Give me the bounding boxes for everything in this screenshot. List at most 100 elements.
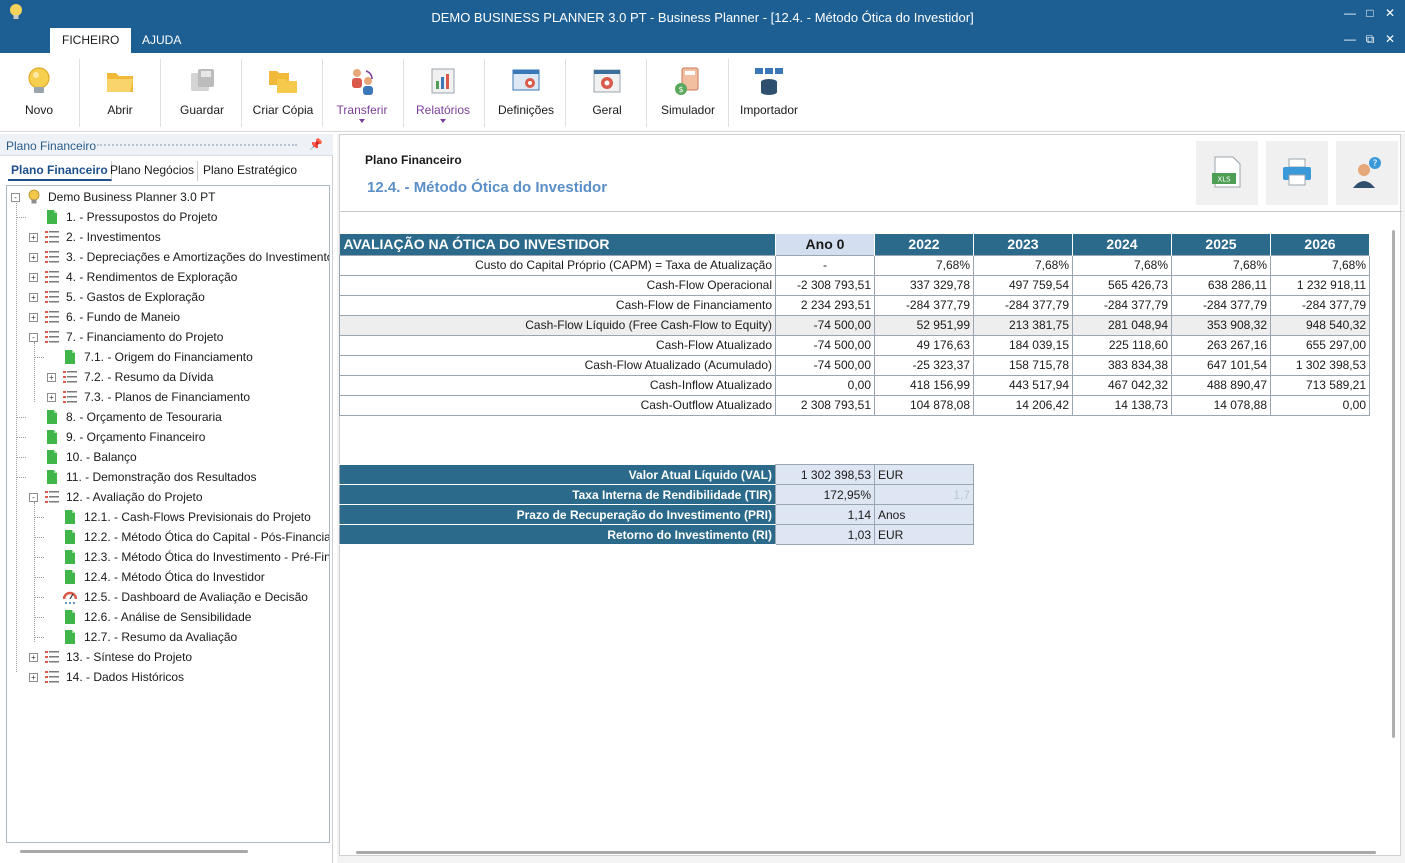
tree-item[interactable]: - Demo Business Planner 3.0 PT [7, 188, 329, 206]
table-cell[interactable]: 263 267,16 [1171, 334, 1271, 356]
table-cell[interactable]: -74 500,00 [775, 334, 875, 356]
expand-icon[interactable]: + [29, 273, 38, 282]
table-cell[interactable]: -284 377,79 [874, 294, 974, 316]
tree-item[interactable]: +2. - Investimentos [7, 228, 329, 246]
table-cell[interactable]: 158 715,78 [973, 354, 1073, 376]
tree-horizontal-scrollbar[interactable] [20, 850, 248, 853]
tree-item[interactable]: - 12. - Avaliação do Projeto [7, 488, 329, 506]
horizontal-scrollbar[interactable] [356, 851, 1376, 854]
table-cell[interactable]: 7,68% [1072, 254, 1172, 276]
tab-plano-negocios[interactable]: Plano Negócios [107, 161, 199, 181]
table-cell[interactable]: 383 834,38 [1072, 354, 1172, 376]
tree-item[interactable]: 12.2. - Método Ótica do Capital - Pós-Fi… [7, 528, 329, 546]
table-cell[interactable]: 2 234 293,51 [775, 294, 875, 316]
collapse-icon[interactable]: - [29, 493, 38, 502]
table-cell[interactable]: -74 500,00 [775, 354, 875, 376]
table-cell[interactable]: -25 323,37 [874, 354, 974, 376]
mdi-restore-icon[interactable]: ⧉ [1363, 32, 1377, 46]
guardar-button[interactable]: Guardar [176, 59, 228, 129]
table-cell[interactable]: 104 878,08 [874, 394, 974, 416]
tree-item[interactable]: 12.4. - Método Ótica do Investidor [7, 568, 329, 586]
collapse-icon[interactable]: - [11, 193, 20, 202]
tab-plano-estrategico[interactable]: Plano Estratégico [200, 161, 300, 181]
table-cell[interactable]: -284 377,79 [1171, 294, 1271, 316]
export-excel-button[interactable]: XLS [1196, 141, 1258, 205]
expand-icon[interactable]: + [29, 233, 38, 242]
tree-item[interactable]: +3. - Depreciações e Amortizações do Inv… [7, 248, 329, 266]
novo-button[interactable]: Novo [14, 59, 64, 129]
table-cell[interactable]: -74 500,00 [775, 314, 875, 336]
table-cell[interactable]: 281 048,94 [1072, 314, 1172, 336]
table-cell[interactable]: 52 951,99 [874, 314, 974, 336]
table-cell[interactable]: -2 308 793,51 [775, 274, 875, 296]
expand-icon[interactable]: + [29, 673, 38, 682]
table-cell[interactable]: 7,68% [1270, 254, 1370, 276]
table-cell[interactable]: 948 540,32 [1270, 314, 1370, 336]
table-cell[interactable]: 0,00 [1270, 394, 1370, 416]
table-cell[interactable]: 467 042,32 [1072, 374, 1172, 396]
summary-value[interactable]: 1 302 398,53 [775, 464, 875, 485]
geral-button[interactable]: Geral [581, 59, 633, 129]
expand-icon[interactable]: + [29, 253, 38, 262]
mdi-close-icon[interactable]: ✕ [1383, 32, 1397, 46]
relatorios-button[interactable]: Relatórios [414, 59, 472, 129]
importador-button[interactable]: Importador [738, 59, 800, 129]
print-button[interactable] [1266, 141, 1328, 205]
pin-icon[interactable]: 📌 [309, 138, 323, 151]
simulador-button[interactable]: $ Simulador [658, 59, 718, 129]
maximize-icon[interactable]: □ [1363, 6, 1377, 20]
help-button[interactable]: ? [1336, 141, 1398, 205]
transferir-button[interactable]: Transferir [334, 59, 390, 129]
mdi-minimize-icon[interactable]: — [1343, 32, 1357, 46]
tree-item[interactable]: 12.7. - Resumo da Avaliação [7, 628, 329, 646]
collapse-icon[interactable]: - [29, 333, 38, 342]
tree-item[interactable]: 11. - Demonstração dos Resultados [7, 468, 329, 486]
tree-item[interactable]: 12.6. - Análise de Sensibilidade [7, 608, 329, 626]
expand-icon[interactable]: + [29, 293, 38, 302]
tree-item[interactable]: 10. - Balanço [7, 448, 329, 466]
table-cell[interactable]: 1 232 918,11 [1270, 274, 1370, 296]
table-cell[interactable]: 7,68% [874, 254, 974, 276]
table-cell[interactable]: 2 308 793,51 [775, 394, 875, 416]
expand-icon[interactable]: + [29, 653, 38, 662]
table-cell[interactable]: 418 156,99 [874, 374, 974, 396]
table-cell[interactable]: 713 589,21 [1270, 374, 1370, 396]
table-cell[interactable]: 565 426,73 [1072, 274, 1172, 296]
table-cell[interactable]: 488 890,47 [1171, 374, 1271, 396]
criar-copia-button[interactable]: Criar Cópia [252, 59, 314, 129]
summary-value[interactable]: 172,95% [775, 484, 875, 505]
table-cell[interactable]: 14 206,42 [973, 394, 1073, 416]
tree-item[interactable]: 12.1. - Cash-Flows Previsionais do Proje… [7, 508, 329, 526]
tree-item[interactable]: 12.5. - Dashboard de Avaliação e Decisão [7, 588, 329, 606]
table-cell[interactable]: 443 517,94 [973, 374, 1073, 396]
table-cell[interactable]: 497 759,54 [973, 274, 1073, 296]
table-cell[interactable]: -284 377,79 [973, 294, 1073, 316]
abrir-button[interactable]: Abrir [95, 59, 145, 129]
table-cell[interactable]: 655 297,00 [1270, 334, 1370, 356]
tree-item[interactable]: +14. - Dados Históricos [7, 668, 329, 686]
tree-item[interactable]: +13. - Síntese do Projeto [7, 648, 329, 666]
tree-item[interactable]: +7.2. - Resumo da Dívida [7, 368, 329, 386]
table-cell[interactable]: -284 377,79 [1270, 294, 1370, 316]
table-cell[interactable]: -284 377,79 [1072, 294, 1172, 316]
table-cell[interactable]: 353 908,32 [1171, 314, 1271, 336]
table-cell[interactable]: 638 286,11 [1171, 274, 1271, 296]
table-cell[interactable]: 49 176,63 [874, 334, 974, 356]
tree-item[interactable]: 1. - Pressupostos do Projeto [7, 208, 329, 226]
table-cell[interactable]: 7,68% [1171, 254, 1271, 276]
table-cell[interactable]: 0,00 [775, 374, 875, 396]
table-cell[interactable]: - [775, 254, 875, 276]
table-cell[interactable]: 213 381,75 [973, 314, 1073, 336]
tree-item[interactable]: 8. - Orçamento de Tesouraria [7, 408, 329, 426]
vertical-scrollbar[interactable] [1392, 230, 1395, 738]
tree-item[interactable]: +6. - Fundo de Maneio [7, 308, 329, 326]
table-cell[interactable]: 225 118,60 [1072, 334, 1172, 356]
tab-plano-financeiro[interactable]: Plano Financeiro [8, 161, 112, 181]
table-cell[interactable]: 647 101,54 [1171, 354, 1271, 376]
table-cell[interactable]: 337 329,78 [874, 274, 974, 296]
tree-item[interactable]: - 7. - Financiamento do Projeto [7, 328, 329, 346]
summary-value[interactable]: 1,03 [775, 524, 875, 545]
expand-icon[interactable]: + [47, 373, 56, 382]
tree-item[interactable]: +7.3. - Planos de Financiamento [7, 388, 329, 406]
expand-icon[interactable]: + [47, 393, 56, 402]
